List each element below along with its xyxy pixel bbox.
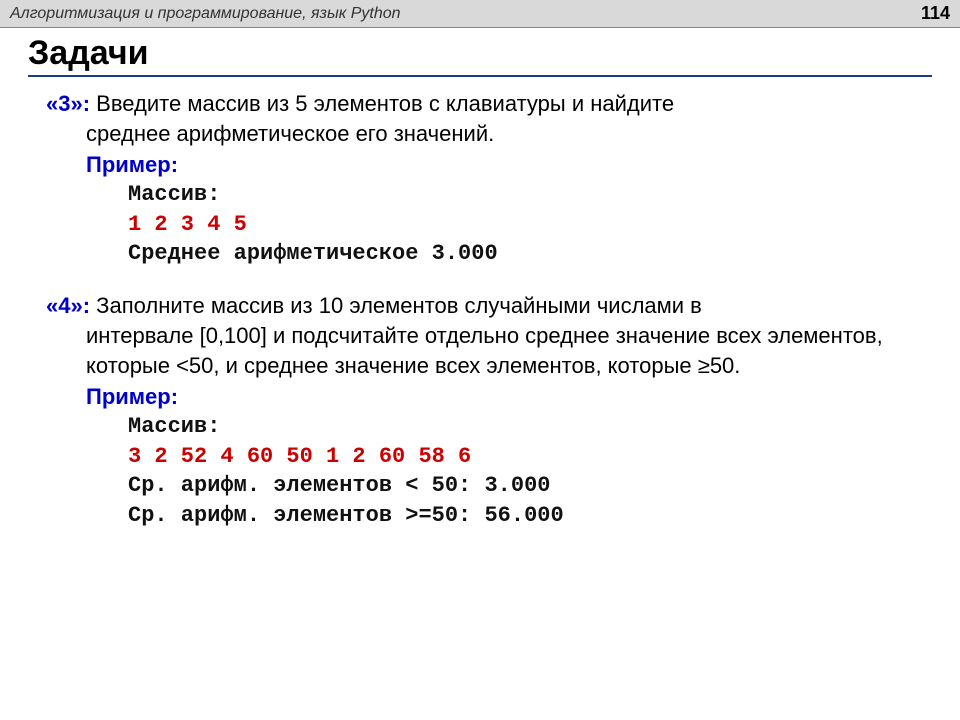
task-3-desc-rest: среднее арифметическое его значений.	[28, 119, 932, 149]
task-4-mono-3: Ср. арифм. элементов < 50: 3.000	[28, 471, 932, 501]
task-4-mono-4: Ср. арифм. элементов >=50: 56.000	[28, 501, 932, 531]
header-bar: Алгоритмизация и программирование, язык …	[0, 0, 960, 28]
page-title: Задачи	[28, 34, 932, 77]
task-4-example-label: Пример:	[28, 382, 932, 412]
task-3-mono-3: Среднее арифметическое 3.000	[28, 239, 932, 269]
subject-title: Алгоритмизация и программирование, язык …	[10, 5, 401, 23]
task-4: «4»: Заполните массив из 10 элементов сл…	[28, 291, 932, 531]
task-3-grade: «3»:	[46, 91, 90, 116]
task-4-grade: «4»:	[46, 293, 90, 318]
task-3-mono-2: 1 2 3 4 5	[28, 210, 932, 240]
task-3-mono-1: Массив:	[28, 180, 932, 210]
task-3: «3»: Введите массив из 5 элементов с кла…	[28, 89, 932, 269]
task-4-desc-line1: Заполните массив из 10 элементов случайн…	[96, 293, 702, 318]
task-4-desc-rest: интервале [0,100] и подсчитайте отдельно…	[28, 321, 932, 380]
task-3-example-label: Пример:	[28, 150, 932, 180]
task-4-mono-1: Массив:	[28, 412, 932, 442]
page-number: 114	[921, 3, 950, 24]
task-3-desc-line1: Введите массив из 5 элементов с клавиату…	[96, 91, 674, 116]
slide-content: Задачи «3»: Введите массив из 5 элементо…	[0, 28, 960, 563]
task-4-mono-2: 3 2 52 4 60 50 1 2 60 58 6	[28, 442, 932, 472]
